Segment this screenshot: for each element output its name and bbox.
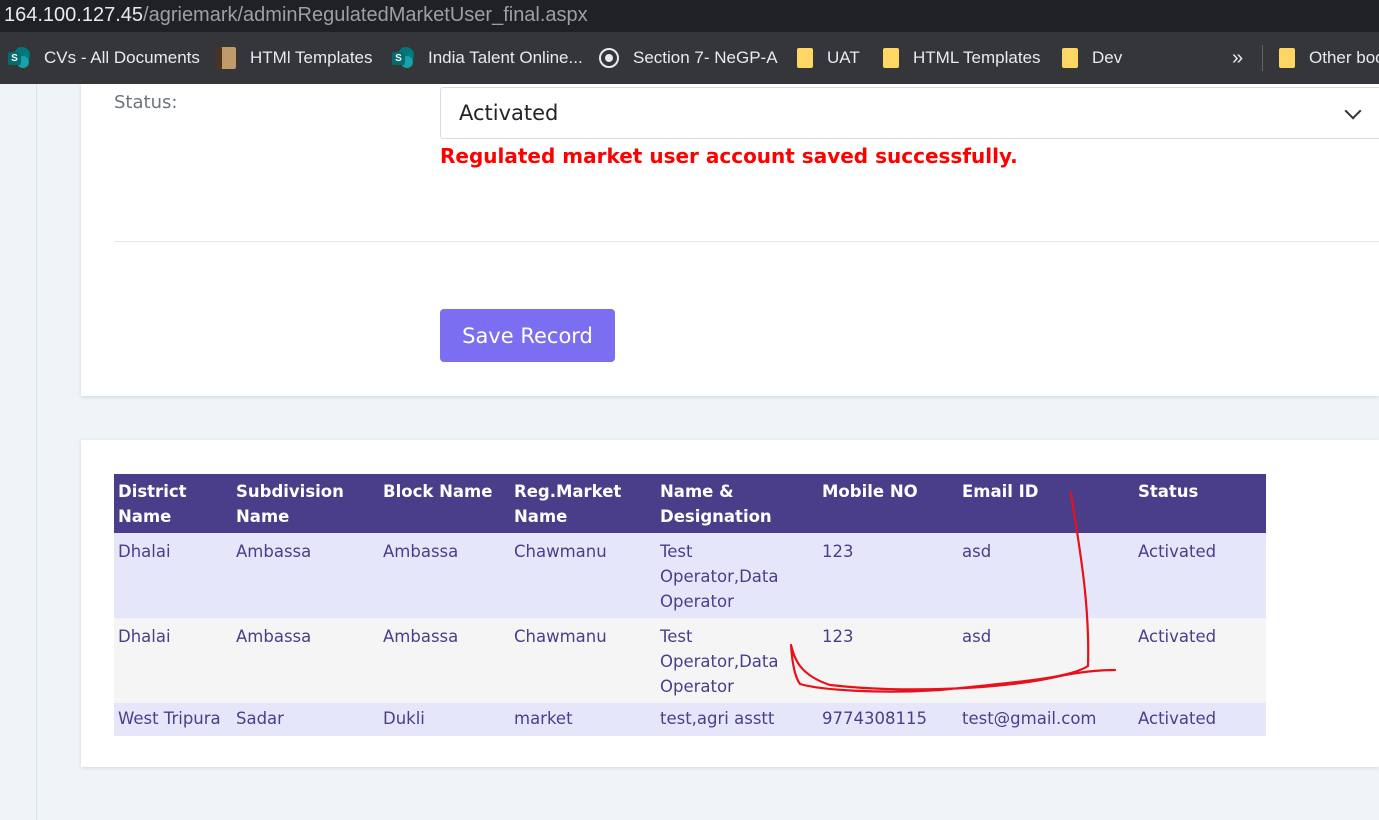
folder-icon [883,48,899,68]
sidebar-edge [36,84,37,820]
chevron-down-icon [1344,102,1362,120]
bookmarks-bar: S CVs - All Documents HTMl Templates S I… [0,32,1379,84]
col-email-id: Email ID [958,474,1134,533]
cell-status: Activated [1134,618,1266,703]
bookmark-label: Dev [1092,48,1123,67]
cell-name-designation: Test Operator,Data Operator [656,618,818,703]
folder-icon [797,48,813,68]
save-record-button[interactable]: Save Record [440,309,615,362]
cell-market: market [510,703,656,736]
bookmark-label: CVs - All Documents [44,48,200,67]
users-table: District Name Subdivision Name Block Nam… [114,474,1266,736]
form-divider [114,241,1379,242]
cell-district: West Tripura [114,703,232,736]
bookmark-label: HTML Templates [913,48,1041,67]
user-form-card: Status: Activated Regulated market user … [81,84,1379,396]
sharepoint-icon: S [392,47,414,69]
col-name-designation: Name & Designation [656,474,818,533]
table-row: West Tripura Sadar Dukli market test,agr… [114,703,1266,736]
bookmark-html-templates-1[interactable]: HTMl Templates [216,32,373,84]
cell-email: test@gmail.com [958,703,1134,736]
cell-market: Chawmanu [510,533,656,618]
col-status: Status [1134,474,1266,533]
address-bar[interactable]: 164.100.127.45/agriemark/adminRegulatedM… [0,0,1379,32]
bookmark-html-templates-2[interactable]: HTML Templates [883,32,1041,84]
cell-email: asd [958,533,1134,618]
bookmark-uat[interactable]: UAT [797,32,860,84]
col-district-name: District Name [114,474,232,533]
cell-mobile: 9774308115 [818,703,958,736]
url-path: /agriemark/adminRegulatedMarketUser_fina… [143,4,588,26]
page-content: Status: Activated Regulated market user … [0,84,1379,820]
status-label: Status: [114,92,178,113]
cell-block: Dukli [379,703,510,736]
bookmark-label: UAT [827,48,860,67]
cell-block: Ambassa [379,618,510,703]
bookmarks-divider [1262,45,1263,71]
cell-status: Activated [1134,703,1266,736]
cell-status: Activated [1134,533,1266,618]
table-row: Dhalai Ambassa Ambassa Chawmanu Test Ope… [114,618,1266,703]
bookmark-label: India Talent Online... [428,48,583,67]
cell-name-designation: test,agri asstt [656,703,818,736]
col-subdivision-name: Subdivision Name [232,474,379,533]
bookmark-label: HTMl Templates [250,48,373,67]
cell-mobile: 123 [818,533,958,618]
bookmark-india-talent-online[interactable]: S India Talent Online... [392,32,583,84]
table-header-row: District Name Subdivision Name Block Nam… [114,474,1266,533]
folder-icon [1279,48,1295,68]
bookmark-label: Section 7- NeGP-A [633,48,778,67]
cell-subdivision: Sadar [232,703,379,736]
status-select[interactable]: Activated [440,87,1379,139]
url-host: 164.100.127.45 [4,4,144,26]
bookmark-section-7-negp-a[interactable]: Section 7- NeGP-A [599,32,778,84]
folder-icon [1062,48,1078,68]
cell-subdivision: Ambassa [232,618,379,703]
more-bookmarks-chevron-icon[interactable]: » [1232,32,1243,84]
col-block-name: Block Name [379,474,510,533]
template-icon [216,47,236,69]
sharepoint-icon: S [8,47,30,69]
cell-district: Dhalai [114,618,232,703]
table-row: Dhalai Ambassa Ambassa Chawmanu Test Ope… [114,533,1266,618]
other-bookmarks-label: Other bookmarks [1309,48,1379,67]
cell-market: Chawmanu [510,618,656,703]
cell-district: Dhalai [114,533,232,618]
bookmark-dev[interactable]: Dev [1062,32,1122,84]
globe-icon [599,48,619,68]
cell-name-designation: Test Operator,Data Operator [656,533,818,618]
other-bookmarks[interactable]: Other bookmarks [1279,32,1379,84]
bookmark-cvs-all-documents[interactable]: S CVs - All Documents [8,32,200,84]
cell-mobile: 123 [818,618,958,703]
cell-email: asd [958,618,1134,703]
col-reg-market-name: Reg.Market Name [510,474,656,533]
cell-block: Ambassa [379,533,510,618]
success-message: Regulated market user account saved succ… [440,144,1018,168]
col-mobile-no: Mobile NO [818,474,958,533]
users-table-card: District Name Subdivision Name Block Nam… [81,440,1379,767]
status-selected-value: Activated [459,101,559,125]
cell-subdivision: Ambassa [232,533,379,618]
